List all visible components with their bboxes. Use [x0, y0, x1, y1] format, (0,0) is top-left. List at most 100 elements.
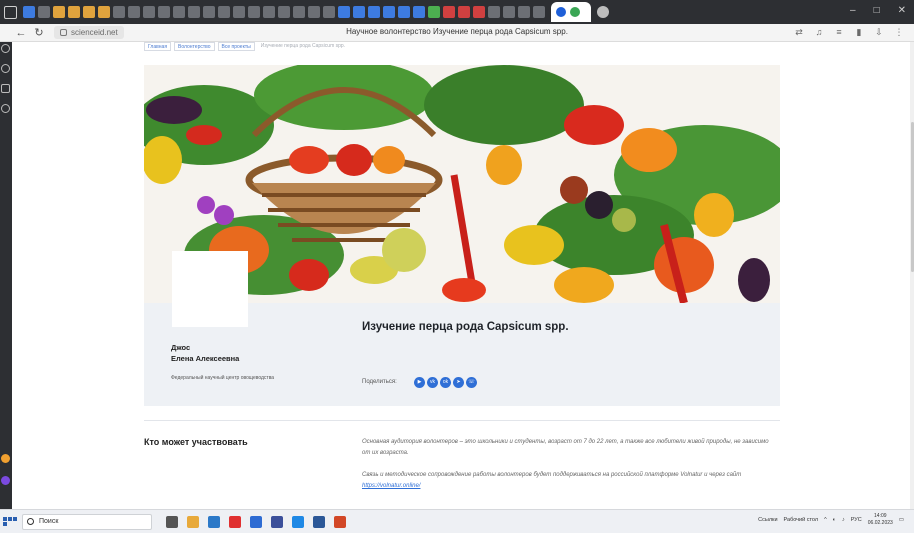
active-tab[interactable]: [551, 2, 591, 22]
app-icon[interactable]: [271, 515, 283, 528]
tab-favicon[interactable]: [473, 6, 485, 18]
side-panel-icon[interactable]: [1, 104, 10, 113]
system-tray: Ссылки Рабочий стол ^ ◐ ♪ РУС 14:09 06.0…: [758, 513, 904, 527]
tab-favicon[interactable]: [428, 6, 440, 18]
tab-favicon[interactable]: [293, 6, 305, 18]
tab-favicon[interactable]: [278, 6, 290, 18]
tab-favicon[interactable]: [443, 6, 455, 18]
tab-favicon[interactable]: [263, 6, 275, 18]
tab-favicon[interactable]: [143, 6, 155, 18]
bookmark-icon[interactable]: ▮: [854, 27, 864, 37]
reader-icon[interactable]: ≡: [834, 27, 844, 37]
tab-favicon[interactable]: [503, 6, 515, 18]
taskbar-search[interactable]: Поиск: [22, 513, 152, 530]
pinned-tabs: [23, 6, 545, 18]
url-field[interactable]: scienceid.net: [54, 26, 124, 39]
minimize-icon[interactable]: –: [850, 5, 856, 16]
volnatur-link[interactable]: https://volnatur.online/: [362, 483, 420, 489]
tab-favicon[interactable]: [188, 6, 200, 18]
word-icon[interactable]: [313, 515, 325, 528]
tab-favicon[interactable]: [458, 6, 470, 18]
task-view-icon[interactable]: [166, 515, 178, 528]
url-text: scienceid.net: [71, 28, 118, 37]
tab-favicon[interactable]: [353, 6, 365, 18]
tab-favicon[interactable]: [368, 6, 380, 18]
extensions-icon[interactable]: ⋮: [894, 27, 904, 37]
mail-icon[interactable]: [208, 515, 220, 528]
tab-favicon[interactable]: [203, 6, 215, 18]
tab-favicon[interactable]: [488, 6, 500, 18]
tab-favicon[interactable]: [68, 6, 80, 18]
tray-links[interactable]: Ссылки: [758, 517, 777, 523]
share-label: Поделиться:: [362, 379, 397, 385]
tab-favicon[interactable]: [218, 6, 230, 18]
reload-icon[interactable]: ↻: [30, 26, 48, 39]
new-tab-icon[interactable]: [597, 6, 609, 18]
tray-language[interactable]: РУС: [851, 517, 862, 523]
taskbar-clock[interactable]: 14:09 06.02.2023: [868, 513, 893, 527]
tab-favicon[interactable]: [308, 6, 320, 18]
tab-favicon[interactable]: [38, 6, 50, 18]
tab-favicon[interactable]: [158, 6, 170, 18]
side-panel-icon[interactable]: [1, 44, 10, 53]
tab-favicon[interactable]: [23, 6, 35, 18]
taskbar-search-label: Поиск: [39, 518, 59, 525]
close-icon[interactable]: ✕: [898, 5, 906, 16]
maximize-icon[interactable]: □: [874, 5, 880, 16]
breadcrumb: Главная Волонтерство Все проекты Изучени…: [144, 42, 349, 51]
tab-favicon[interactable]: [128, 6, 140, 18]
translate-icon[interactable]: ⇄: [794, 27, 804, 37]
tab-favicon[interactable]: [323, 6, 335, 18]
tab-favicon[interactable]: [383, 6, 395, 18]
tab-favicon[interactable]: [83, 6, 95, 18]
tab-close-icon[interactable]: [570, 7, 580, 17]
side-panel-app-icon[interactable]: [1, 454, 10, 463]
ok-share-icon[interactable]: ▶: [414, 377, 425, 388]
tab-favicon[interactable]: [248, 6, 260, 18]
tray-volume-icon[interactable]: ♪: [842, 517, 845, 523]
whatsapp-share-icon[interactable]: ☏: [466, 377, 477, 388]
tab-favicon[interactable]: [53, 6, 65, 18]
breadcrumb-item[interactable]: Главная: [144, 42, 172, 51]
app-icon[interactable]: [292, 515, 304, 528]
side-panel-app-icon[interactable]: [1, 476, 10, 485]
author-organization[interactable]: Федеральный научный центр овощеводства: [171, 375, 274, 381]
tray-network-icon[interactable]: ◐: [833, 517, 836, 523]
notifications-icon[interactable]: ▭: [899, 517, 904, 523]
side-panel-icon[interactable]: [1, 84, 10, 93]
dropbox-icon[interactable]: [250, 515, 262, 528]
tab-favicon[interactable]: [533, 6, 545, 18]
page-scrollbar[interactable]: [910, 42, 914, 509]
side-panel-icon[interactable]: [1, 64, 10, 73]
who-paragraph: Основная аудитория волонтеров – это школ…: [362, 439, 769, 456]
tab-favicon[interactable]: [413, 6, 425, 18]
tab-favicon[interactable]: [338, 6, 350, 18]
odnoklassniki-share-icon[interactable]: ok: [440, 377, 451, 388]
tray-desktop[interactable]: Рабочий стол: [784, 517, 819, 523]
powerpoint-icon[interactable]: [334, 515, 346, 528]
headphones-icon[interactable]: ♫: [814, 27, 824, 37]
author-name[interactable]: Джос Елена Алексеевна: [171, 342, 239, 364]
tab-favicon[interactable]: [398, 6, 410, 18]
tab-favicon[interactable]: [113, 6, 125, 18]
downloads-icon[interactable]: ⇩: [874, 27, 884, 37]
back-arrow-icon[interactable]: ←: [12, 27, 30, 39]
breadcrumb-item[interactable]: Волонтерство: [174, 42, 215, 51]
yandex-browser-icon[interactable]: [229, 515, 241, 528]
taskbar-apps: [166, 515, 346, 528]
tab-favicon[interactable]: [173, 6, 185, 18]
breadcrumb-current: Изучение перца рода Capsicum spp.: [257, 42, 349, 51]
breadcrumb-item[interactable]: Все проекты: [217, 42, 255, 51]
tab-favicon[interactable]: [233, 6, 245, 18]
vk-share-icon[interactable]: vk: [427, 377, 438, 388]
telegram-share-icon[interactable]: ➤: [453, 377, 464, 388]
tray-chevron-icon[interactable]: ^: [824, 517, 827, 523]
tab-favicon: [556, 7, 566, 17]
tab-favicon[interactable]: [98, 6, 110, 18]
windows-start-icon[interactable]: [0, 517, 18, 526]
windows-taskbar: Поиск Ссылки Рабочий стол ^ ◐ ♪ РУС 14:0…: [0, 509, 914, 533]
tab-favicon[interactable]: [518, 6, 530, 18]
file-explorer-icon[interactable]: [187, 515, 199, 528]
browser-menu-icon[interactable]: [4, 5, 17, 19]
who-paragraph: Связь и методическое сопровождение работ…: [362, 470, 772, 492]
